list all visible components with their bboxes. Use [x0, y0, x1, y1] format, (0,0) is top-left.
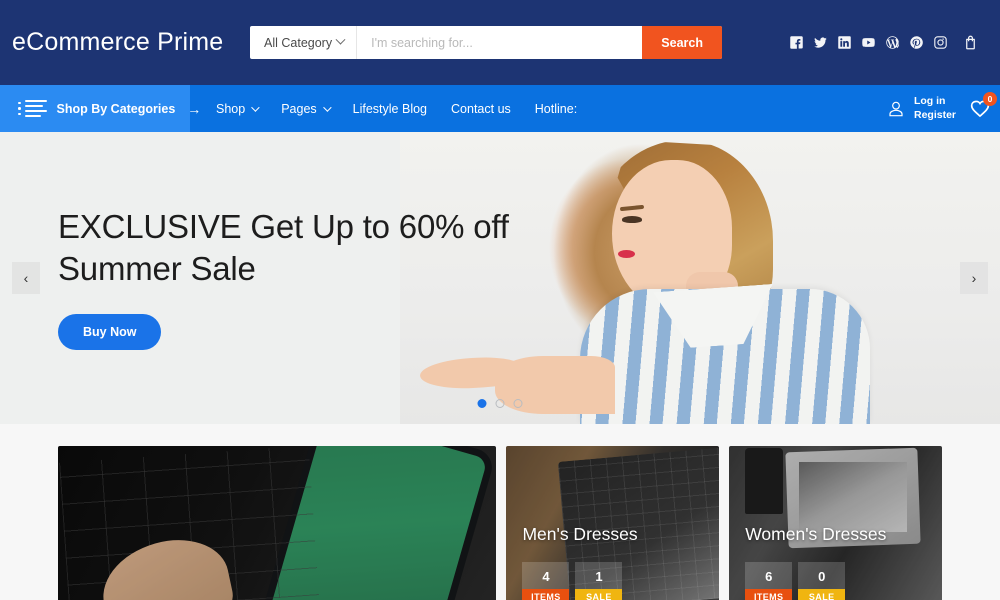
category-card-womens-dresses[interactable]: Women's Dresses 6 ITEMS 0 SALE: [729, 446, 942, 600]
site-header: eCommerce Prime All Category Search: [0, 0, 1000, 85]
carousel-prev-button[interactable]: ‹: [12, 262, 40, 294]
carousel-dot-3[interactable]: [513, 399, 523, 408]
search-bar: All Category Search: [250, 26, 722, 59]
stat-sale: 1 SALE: [575, 562, 623, 600]
wishlist-count-badge: 0: [983, 91, 997, 106]
model-lips: [618, 250, 635, 258]
shop-by-categories-label: Shop By Categories: [56, 101, 176, 116]
nav-account-area: Log in Register 0: [888, 85, 1000, 132]
stat-sale-value: 1: [575, 562, 623, 589]
stat-items: 6 ITEMS: [745, 562, 793, 600]
nav-item-pages[interactable]: Pages: [269, 102, 340, 116]
model-eye: [622, 216, 642, 223]
carousel-dots: [477, 399, 523, 408]
nav-menu: Shop Pages Lifestyle Blog Contact us Hot…: [190, 85, 589, 132]
category-section: Men's Dresses 4 ITEMS 1 SALE Women's Dre…: [0, 424, 1000, 600]
chevron-down-icon: [335, 34, 346, 45]
login-link[interactable]: Log in: [914, 95, 956, 108]
site-logo[interactable]: eCommerce Prime: [0, 28, 250, 57]
hero-content: EXCLUSIVE Get Up to 60% off Summer Sale …: [0, 206, 620, 351]
carousel-dot-2[interactable]: [495, 399, 505, 408]
user-icon: [888, 101, 904, 117]
stat-sale-label: SALE: [575, 589, 623, 600]
wordpress-icon[interactable]: [885, 35, 900, 50]
nav-item-pages-label: Pages: [281, 101, 317, 116]
search-input[interactable]: [357, 26, 643, 59]
linkedin-icon[interactable]: [837, 35, 852, 50]
categories-list-icon: [18, 100, 47, 117]
category-card-stats: 4 ITEMS 1 SALE: [522, 562, 623, 600]
stat-items: 4 ITEMS: [522, 562, 570, 600]
search-button[interactable]: Search: [642, 26, 722, 59]
nav-item-contact-us[interactable]: Contact us: [439, 102, 523, 116]
shop-by-categories-button[interactable]: Shop By Categories →: [0, 85, 201, 132]
carousel-dot-1[interactable]: [477, 399, 487, 408]
instagram-icon[interactable]: [933, 35, 948, 50]
nav-item-shop-label: Shop: [216, 101, 246, 116]
category-card-mens-dresses[interactable]: Men's Dresses 4 ITEMS 1 SALE: [506, 446, 720, 600]
category-card-list: Men's Dresses 4 ITEMS 1 SALE Women's Dre…: [0, 446, 1000, 600]
chevron-down-icon: [251, 102, 260, 112]
shopping-bag-icon[interactable]: [963, 34, 978, 51]
category-card-stats: 6 ITEMS 0 SALE: [745, 562, 846, 600]
chevron-down-icon: [322, 102, 332, 112]
main-navigation: Shop By Categories → Shop Pages Lifestyl…: [0, 85, 1000, 132]
category-card-title: Women's Dresses: [745, 524, 887, 544]
stat-sale-label: SALE: [798, 589, 846, 600]
account-links[interactable]: Log in Register: [914, 95, 956, 121]
buy-now-button[interactable]: Buy Now: [58, 314, 162, 351]
pinterest-icon[interactable]: [909, 35, 924, 50]
nav-item-shop[interactable]: Shop: [204, 102, 269, 116]
twitter-icon[interactable]: [813, 35, 828, 50]
hero-title: EXCLUSIVE Get Up to 60% off Summer Sale: [58, 207, 509, 287]
stat-items-label: ITEMS: [522, 589, 570, 600]
stat-sale-value: 0: [798, 562, 846, 589]
stat-sale: 0 SALE: [798, 562, 846, 600]
category-card[interactable]: [58, 446, 497, 600]
category-select-label: All Category: [264, 35, 333, 50]
category-select[interactable]: All Category: [250, 26, 358, 59]
nav-item-hotline[interactable]: Hotline:: [523, 102, 589, 116]
stat-items-label: ITEMS: [745, 589, 793, 600]
youtube-icon[interactable]: [861, 35, 876, 50]
stat-items-value: 6: [745, 562, 793, 589]
social-links: [789, 34, 984, 51]
stat-items-value: 4: [522, 562, 570, 589]
nav-item-lifestyle-blog[interactable]: Lifestyle Blog: [341, 102, 439, 116]
wishlist-button[interactable]: 0: [970, 91, 997, 119]
category-card-title: Men's Dresses: [522, 524, 638, 544]
hero-carousel: EXCLUSIVE Get Up to 60% off Summer Sale …: [0, 132, 1000, 424]
carousel-next-button[interactable]: ›: [960, 262, 988, 294]
register-link[interactable]: Register: [914, 109, 956, 122]
facebook-icon[interactable]: [789, 35, 804, 50]
